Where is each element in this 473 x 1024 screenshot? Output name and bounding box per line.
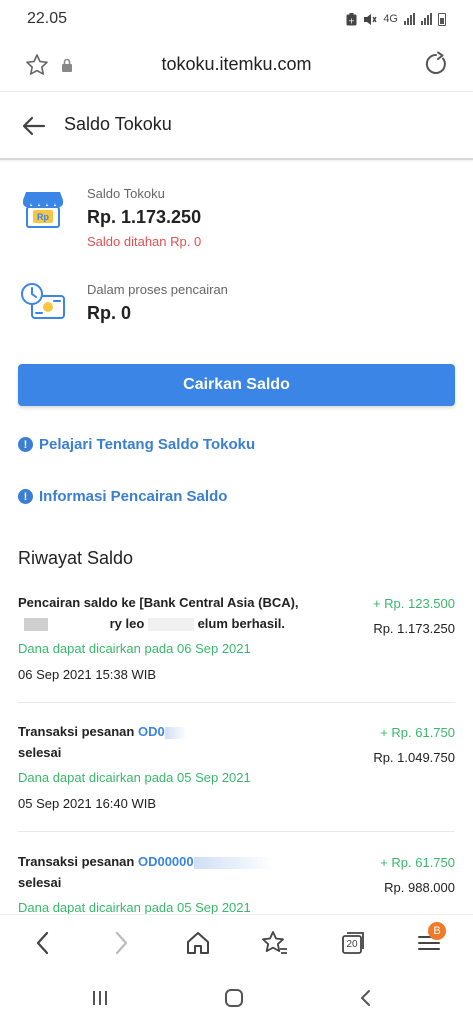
home-icon[interactable] (184, 929, 212, 957)
history-item-balance: Rp. 1.049.750 (373, 750, 455, 765)
history-item-description: Transaksi pesanan OD00000 selesai (18, 851, 318, 893)
learn-link[interactable]: ! Pelajari Tentang Saldo Tokoku (18, 436, 255, 453)
status-time: 22.05 (27, 10, 68, 27)
order-id-link[interactable]: OD0 (138, 724, 165, 739)
history-item-amount: + Rp. 61.750 (380, 725, 455, 740)
history-item[interactable]: Transaksi pesanan OD00000 selesai + Rp. … (18, 851, 455, 915)
history-item-date: 06 Sep 2021 15:38 WIB (18, 667, 157, 682)
reload-icon[interactable] (423, 51, 449, 77)
home-button-icon[interactable] (224, 988, 244, 1008)
history-item-balance: Rp. 988.000 (384, 880, 455, 895)
order-id-link[interactable]: OD00000 (138, 854, 194, 869)
mute-icon (364, 13, 377, 25)
history-item-note: Dana dapat dicairkan pada 06 Sep 2021 (18, 641, 251, 656)
signal-icon-2 (421, 13, 432, 25)
withdraw-process-value: Rp. 0 (87, 303, 132, 323)
history-title: Riwayat Saldo (18, 548, 134, 568)
withdraw-button[interactable]: Cairkan Saldo (18, 364, 455, 406)
system-back-icon[interactable] (356, 988, 376, 1008)
history-item-date: 05 Sep 2021 16:40 WIB (18, 796, 157, 811)
tabs-button[interactable]: 20 (339, 929, 367, 957)
withdraw-process-section: Dalam proses pencairan Rp. 0 (0, 278, 473, 338)
history-item[interactable]: Pencairan saldo ke [Bank Central Asia (B… (18, 592, 455, 703)
history-item-balance: Rp. 1.173.250 (373, 621, 455, 636)
battery-icon (438, 12, 446, 26)
history-item-description: Pencairan saldo ke [Bank Central Asia (B… (18, 595, 299, 632)
signal-icon (404, 13, 415, 25)
network-type: 4G (383, 13, 398, 25)
menu-badge: B (428, 922, 446, 940)
forward-icon[interactable] (107, 929, 135, 957)
bookmarks-icon[interactable] (261, 929, 289, 957)
balance-label: Saldo Tokoku (87, 186, 165, 201)
status-bar: 22.05 + 4G (0, 0, 473, 38)
status-icons: + 4G (346, 12, 446, 26)
info-icon: ! (18, 489, 33, 504)
svg-text:+: + (348, 16, 355, 25)
store-icon-text: Rp (37, 212, 49, 222)
history-item-amount: + Rp. 123.500 (372, 596, 455, 611)
system-nav-bar (0, 970, 473, 1024)
withdraw-process-label: Dalam proses pencairan (87, 282, 228, 297)
learn-link-label: Pelajari Tentang Saldo Tokoku (39, 436, 256, 453)
balance-value: Rp. 1.173.250 (87, 207, 202, 227)
withdraw-info-label: Informasi Pencairan Saldo (39, 488, 228, 505)
divider (18, 702, 455, 703)
back-arrow-icon[interactable] (20, 112, 48, 140)
page-title: Saldo Tokoku (64, 114, 172, 134)
history-item-status: elum berhasil. (197, 616, 285, 631)
store-wallet-icon: Rp (23, 192, 63, 228)
battery-saver-icon: + (346, 12, 357, 25)
history-item-masked-name: ry leo (109, 616, 145, 631)
history-item-note: Dana dapat dicairkan pada 05 Sep 2021 (18, 770, 251, 785)
tabs-count: 20 (346, 939, 358, 950)
info-icon: ! (18, 437, 33, 452)
withdraw-clock-icon (21, 283, 65, 319)
history-item[interactable]: Transaksi pesanan OD0 selesai + Rp. 61.7… (18, 721, 455, 832)
history-item-amount: + Rp. 61.750 (380, 855, 455, 870)
balance-hold: Saldo ditahan Rp. 0 (87, 234, 202, 249)
app-header: Saldo Tokoku (0, 92, 473, 160)
back-icon[interactable] (29, 929, 57, 957)
recent-apps-icon[interactable] (90, 988, 110, 1008)
withdraw-info-link[interactable]: ! Informasi Pencairan Saldo (18, 488, 227, 505)
browser-bottom-nav: 20 (0, 914, 473, 970)
balance-section: Rp Saldo Tokoku Rp. 1.173.250 Saldo dita… (0, 180, 473, 260)
divider (18, 831, 455, 832)
history-item-note: Dana dapat dicairkan pada 05 Sep 2021 (18, 900, 251, 915)
browser-url-bar: tokoku.itemku.com (0, 38, 473, 92)
url-text[interactable]: tokoku.itemku.com (0, 54, 473, 75)
history-item-description: Transaksi pesanan OD0 selesai (18, 721, 318, 763)
